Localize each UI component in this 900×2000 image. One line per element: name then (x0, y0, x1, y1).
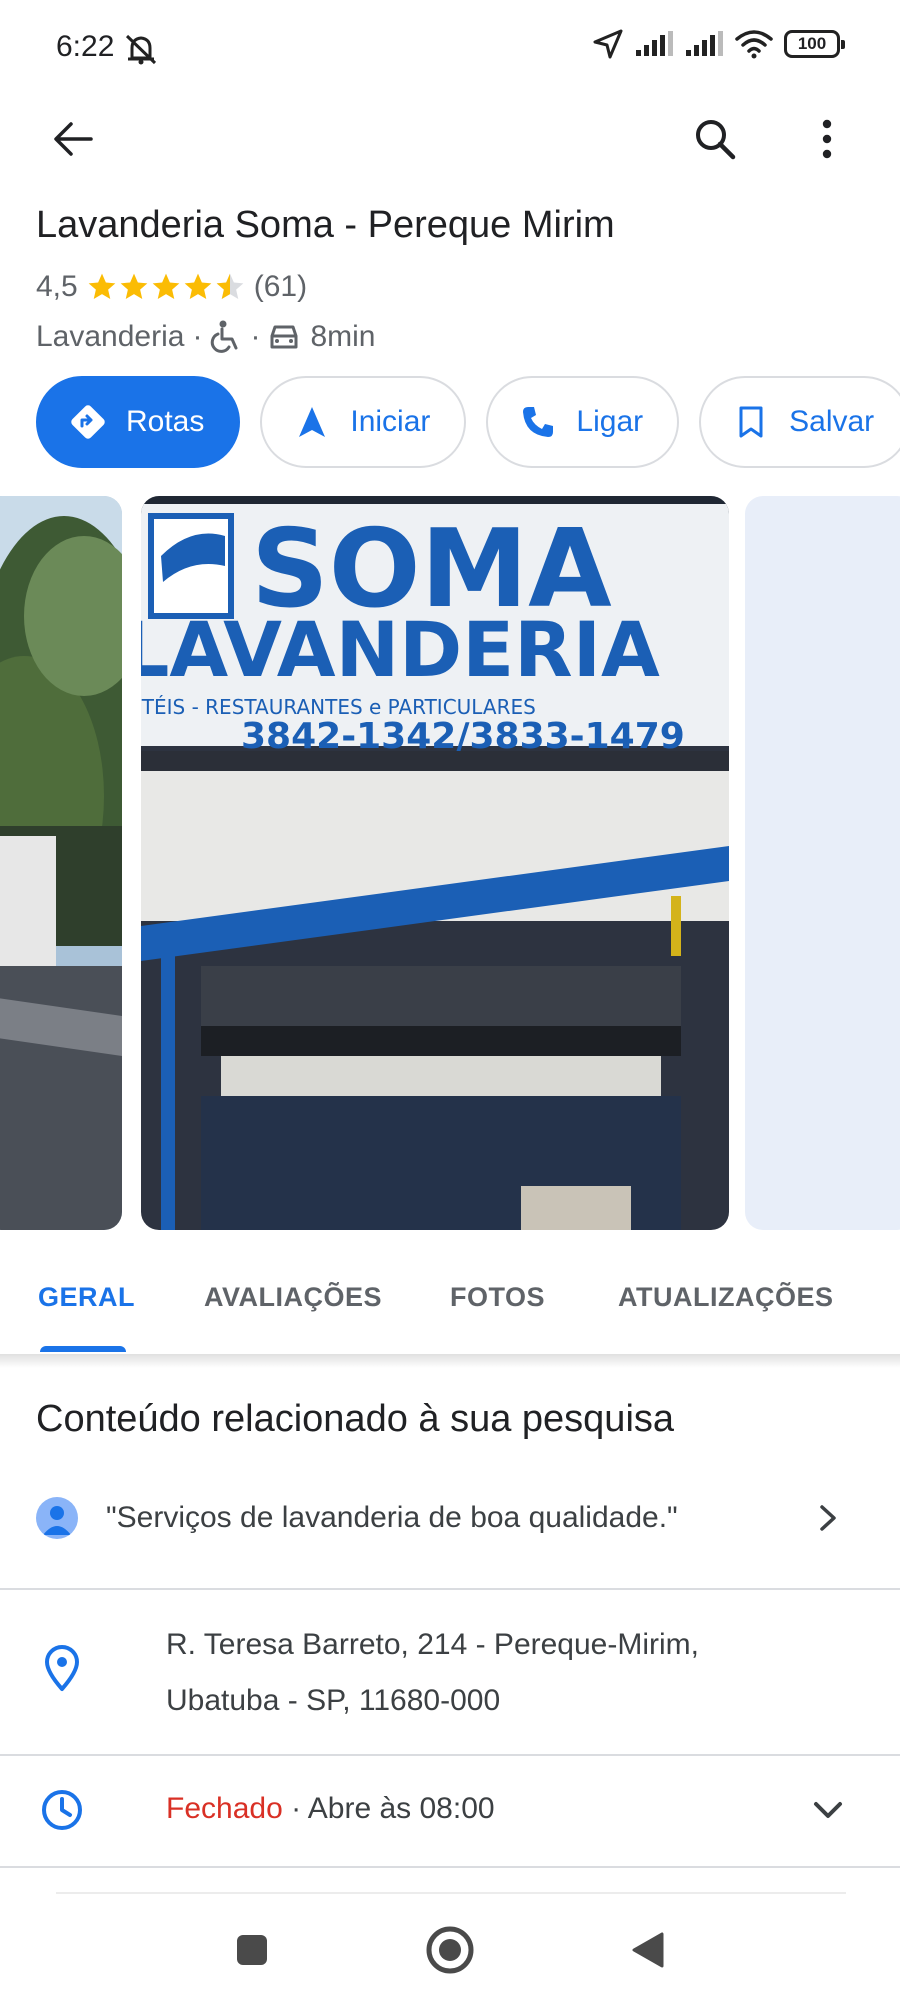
review-count: (61) (253, 270, 308, 303)
back-button[interactable] (38, 104, 108, 174)
start-button[interactable]: Iniciar (260, 376, 467, 468)
street-photo-image (0, 496, 122, 1230)
status-icons: 100 (592, 28, 845, 60)
tab-photos[interactable]: FOTOS (450, 1282, 545, 1313)
rating-value: 4,5 (36, 270, 78, 303)
action-chips: Rotas Iniciar Ligar Salvar (36, 376, 900, 468)
tab-reviews[interactable]: AVALIAÇÕES (204, 1282, 382, 1313)
tab-bar-shadow (0, 1354, 900, 1368)
star-half-icon (216, 273, 244, 299)
location-pin-icon (45, 1645, 79, 1691)
directions-button[interactable]: Rotas (36, 376, 241, 468)
nav-bar-separator (56, 1892, 846, 1894)
rating-stars (86, 271, 246, 303)
star-icon (184, 273, 212, 299)
related-content-title: Conteúdo relacionado à sua pesquisa (36, 1398, 675, 1440)
clock-icon (42, 1790, 82, 1830)
address-line-2[interactable]: Ubatuba - SP, 11680-000 (166, 1684, 500, 1718)
separator: · (250, 320, 261, 353)
back-nav-button[interactable] (618, 1920, 678, 1980)
address-line-1[interactable]: R. Teresa Barreto, 214 - Pereque-Mirim, (166, 1628, 699, 1662)
rating-row[interactable]: 4,5 (61) (36, 270, 307, 304)
hours-separator: · (282, 1792, 308, 1825)
chevron-right-icon (820, 1505, 836, 1531)
tab-bar: GERAL AVALIAÇÕES FOTOS ATUALIZAÇÕES (0, 1254, 900, 1354)
location-arrow-icon (593, 29, 623, 59)
home-circle-icon (426, 1926, 474, 1974)
hours-detail: Abre às 08:00 (307, 1792, 495, 1825)
divider (0, 1866, 900, 1868)
battery-level: 100 (797, 34, 827, 53)
place-category: Lavanderia (36, 320, 185, 353)
related-review-quote: "Serviços de lavanderia de boa qualidade… (106, 1501, 678, 1534)
tab-updates[interactable]: ATUALIZAÇÕES (618, 1282, 834, 1313)
tab-overview[interactable]: GERAL (38, 1282, 135, 1313)
battery-icon: 100 (784, 30, 845, 58)
meta-row: Lavanderia · · 8min (36, 320, 375, 354)
bookmark-icon (731, 402, 771, 442)
signal-icon (686, 31, 723, 56)
car-icon (270, 325, 298, 349)
photo-placeholder[interactable] (745, 496, 900, 1230)
star-icon (120, 273, 148, 299)
wheelchair-icon (211, 320, 238, 353)
divider (0, 1588, 900, 1590)
status-bar: 6:22 100 (0, 0, 900, 100)
recent-apps-button[interactable] (222, 1920, 282, 1980)
navigation-icon (292, 402, 332, 442)
separator: · (192, 320, 203, 353)
start-label: Iniciar (350, 405, 431, 438)
save-button[interactable]: Salvar (699, 376, 900, 468)
more-options-button[interactable] (792, 104, 862, 174)
photo-storefront[interactable]: SOMA LAVANDERIA HOTÉIS - RESTAURANTES e … (141, 496, 729, 1230)
related-review-row[interactable]: "Serviços de lavanderia de boa qualidade… (0, 1470, 900, 1566)
triangle-back-icon (632, 1932, 664, 1968)
more-vert-icon (822, 119, 832, 159)
star-icon (152, 273, 180, 299)
signal-icon (636, 31, 673, 56)
call-label: Ligar (576, 405, 644, 438)
phone-icon (518, 402, 558, 442)
divider (0, 1754, 900, 1756)
back-arrow-icon (54, 122, 93, 156)
square-icon (237, 1935, 267, 1965)
status-time: 6:22 (56, 30, 115, 63)
chevron-down-icon[interactable] (812, 1800, 844, 1820)
sign-line-4: 3842-1342/3833-1479 (241, 716, 685, 757)
star-icon (88, 273, 116, 299)
tab-indicator (40, 1346, 126, 1352)
hours-status: Fechado (166, 1792, 283, 1825)
sign-line-2: LAVANDERIA (141, 605, 660, 694)
storefront-photo-image: SOMA LAVANDERIA HOTÉIS - RESTAURANTES e … (141, 496, 729, 1230)
photo-street[interactable] (0, 496, 122, 1230)
directions-label: Rotas (126, 405, 205, 438)
mute-icon (125, 34, 157, 65)
search-button[interactable] (680, 104, 750, 174)
opening-hours[interactable]: Fechado · Abre às 08:00 (166, 1792, 495, 1826)
save-label: Salvar (789, 405, 875, 438)
call-button[interactable]: Ligar (486, 376, 680, 468)
travel-time: 8min (310, 320, 376, 353)
directions-icon (68, 402, 108, 442)
avatar (36, 1497, 78, 1539)
search-icon (696, 120, 736, 160)
home-button[interactable] (420, 1920, 480, 1980)
wifi-icon (735, 30, 773, 59)
place-title: Lavanderia Soma - Pereque Mirim (36, 204, 615, 246)
